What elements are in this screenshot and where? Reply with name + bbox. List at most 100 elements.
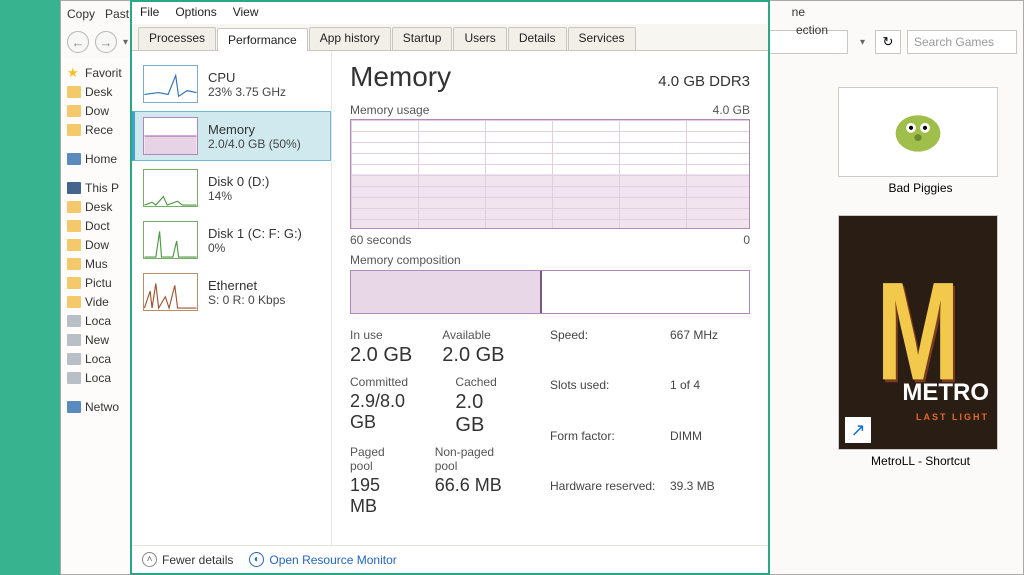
tree-network[interactable]: Netwo xyxy=(63,397,133,416)
nav-history-dropdown[interactable]: ▾ xyxy=(123,37,128,48)
drive-icon xyxy=(67,372,81,384)
sidebar-item-disk1[interactable]: Disk 1 (C: F: G:) 0% xyxy=(132,215,331,265)
folder-icon xyxy=(67,124,81,136)
tab-startup[interactable]: Startup xyxy=(392,27,453,50)
sidebar-item-ethernet[interactable]: Ethernet S: 0 R: 0 Kbps xyxy=(132,267,331,317)
sidebar-value: 2.0/4.0 GB (50%) xyxy=(208,137,301,151)
tab-app-history[interactable]: App history xyxy=(309,27,391,50)
stat-value: 2.9/8.0 GB xyxy=(350,391,425,433)
stat-label: Committed xyxy=(350,375,425,389)
sidebar-value: 14% xyxy=(208,189,269,203)
chevron-up-icon: ˄ xyxy=(142,552,157,567)
nav-tree[interactable]: ★Favorit Desk Dow Rece Home This P Desk … xyxy=(61,57,136,574)
sidebar-item-cpu[interactable]: CPU 23% 3.75 GHz xyxy=(132,59,331,109)
menubar: File Options View xyxy=(132,2,768,24)
sidebar-value: 23% 3.75 GHz xyxy=(208,85,286,99)
tree-this-pc[interactable]: This P xyxy=(63,178,133,197)
nav-forward-button[interactable]: → xyxy=(95,31,117,53)
tree-item[interactable]: Dow xyxy=(63,101,133,120)
tab-services[interactable]: Services xyxy=(568,27,636,50)
disk-graph-icon xyxy=(143,221,198,259)
tree-item[interactable]: New xyxy=(63,330,133,349)
paste-button[interactable]: Past xyxy=(105,7,129,21)
tree-item[interactable]: Loca xyxy=(63,311,133,330)
tab-details[interactable]: Details xyxy=(508,27,567,50)
tree-item[interactable]: Mus xyxy=(63,254,133,273)
tree-item[interactable]: Loca xyxy=(63,349,133,368)
stat-label: In use xyxy=(350,328,412,342)
file-thumbnail[interactable]: M METROLAST LIGHT ↗ MetroLL - Shortcut xyxy=(838,215,1003,468)
drive-icon xyxy=(67,334,81,346)
tree-item[interactable]: Dow xyxy=(63,235,133,254)
folder-icon xyxy=(67,258,81,270)
tree-favorites[interactable]: ★Favorit xyxy=(63,63,133,82)
kv-value: 1 of 4 xyxy=(670,378,750,424)
network-icon xyxy=(67,401,81,413)
sidebar-label: Disk 0 (D:) xyxy=(208,174,269,189)
kv-label: Hardware reserved: xyxy=(550,479,670,525)
copy-button[interactable]: Copy xyxy=(67,7,95,21)
sidebar-value: S: 0 R: 0 Kbps xyxy=(208,293,285,307)
stat-value: 2.0 GB xyxy=(455,391,510,437)
taskmgr-footer: ˄ Fewer details ◐ Open Resource Monitor xyxy=(132,545,768,573)
tree-item[interactable]: Desk xyxy=(63,197,133,216)
tree-item[interactable]: Pictu xyxy=(63,273,133,292)
tab-users[interactable]: Users xyxy=(453,27,506,50)
sidebar-label: Memory xyxy=(208,122,301,137)
memory-graph-icon xyxy=(143,117,198,155)
folder-icon xyxy=(67,201,81,213)
performance-sidebar: CPU 23% 3.75 GHz Memory 2.0/4.0 GB (50%) xyxy=(132,51,332,545)
thumbnail-image: M METROLAST LIGHT ↗ xyxy=(838,215,998,450)
folder-icon xyxy=(67,296,81,308)
sidebar-value: 0% xyxy=(208,241,302,255)
tab-performance[interactable]: Performance xyxy=(217,28,308,51)
fewer-details-button[interactable]: ˄ Fewer details xyxy=(142,552,233,567)
kv-label: Speed: xyxy=(550,328,670,374)
tree-item[interactable]: Vide xyxy=(63,292,133,311)
file-thumbnail[interactable]: Bad Piggies xyxy=(838,87,1003,195)
stat-label: Non-paged pool xyxy=(435,445,510,473)
stat-label: Paged pool xyxy=(350,445,405,473)
drive-icon xyxy=(67,315,81,327)
menu-file[interactable]: File xyxy=(140,5,159,19)
drive-icon xyxy=(67,353,81,365)
stat-value: 2.0 GB xyxy=(350,344,412,367)
search-input[interactable]: Search Games xyxy=(907,30,1017,54)
menu-options[interactable]: Options xyxy=(175,5,216,19)
tab-bar: Processes Performance App history Startu… xyxy=(132,24,768,51)
usage-max: 4.0 GB xyxy=(713,103,750,117)
kv-label: Form factor: xyxy=(550,429,670,475)
memory-composition-bar xyxy=(350,270,750,314)
tree-item[interactable]: Doct xyxy=(63,216,133,235)
tree-item[interactable]: Rece xyxy=(63,120,133,139)
stat-label: Cached xyxy=(455,375,510,389)
cpu-graph-icon xyxy=(143,65,198,103)
pc-icon xyxy=(67,182,81,194)
kv-value: 667 MHz xyxy=(670,328,750,374)
refresh-button[interactable]: ↻ xyxy=(875,30,901,54)
menu-view[interactable]: View xyxy=(233,5,259,19)
stat-value: 2.0 GB xyxy=(442,344,504,367)
thumbnail-label: MetroLL - Shortcut xyxy=(838,454,1003,468)
ethernet-graph-icon xyxy=(143,273,198,311)
folder-icon xyxy=(67,277,81,289)
address-dropdown[interactable]: ▾ xyxy=(860,37,865,48)
thumbnail-label: Bad Piggies xyxy=(838,181,1003,195)
memory-details: Speed:667 MHz Slots used:1 of 4 Form fac… xyxy=(550,328,750,525)
nav-back-button[interactable]: ← xyxy=(67,31,89,53)
sidebar-item-disk0[interactable]: Disk 0 (D:) 14% xyxy=(132,163,331,213)
tree-item[interactable]: Loca xyxy=(63,368,133,387)
sidebar-label: Disk 1 (C: F: G:) xyxy=(208,226,302,241)
folder-icon xyxy=(67,220,81,232)
resource-monitor-icon: ◐ xyxy=(249,552,264,567)
tree-homegroup[interactable]: Home xyxy=(63,149,133,168)
homegroup-icon xyxy=(67,153,81,165)
open-resource-monitor-link[interactable]: ◐ Open Resource Monitor xyxy=(249,552,396,567)
tab-processes[interactable]: Processes xyxy=(138,27,216,50)
sidebar-item-memory[interactable]: Memory 2.0/4.0 GB (50%) xyxy=(132,111,331,161)
obscured-text: ne xyxy=(792,5,805,19)
composition-available xyxy=(542,271,749,313)
task-manager-window: File Options View Processes Performance … xyxy=(130,0,770,575)
obscured-text: ection xyxy=(796,23,828,37)
tree-item[interactable]: Desk xyxy=(63,82,133,101)
